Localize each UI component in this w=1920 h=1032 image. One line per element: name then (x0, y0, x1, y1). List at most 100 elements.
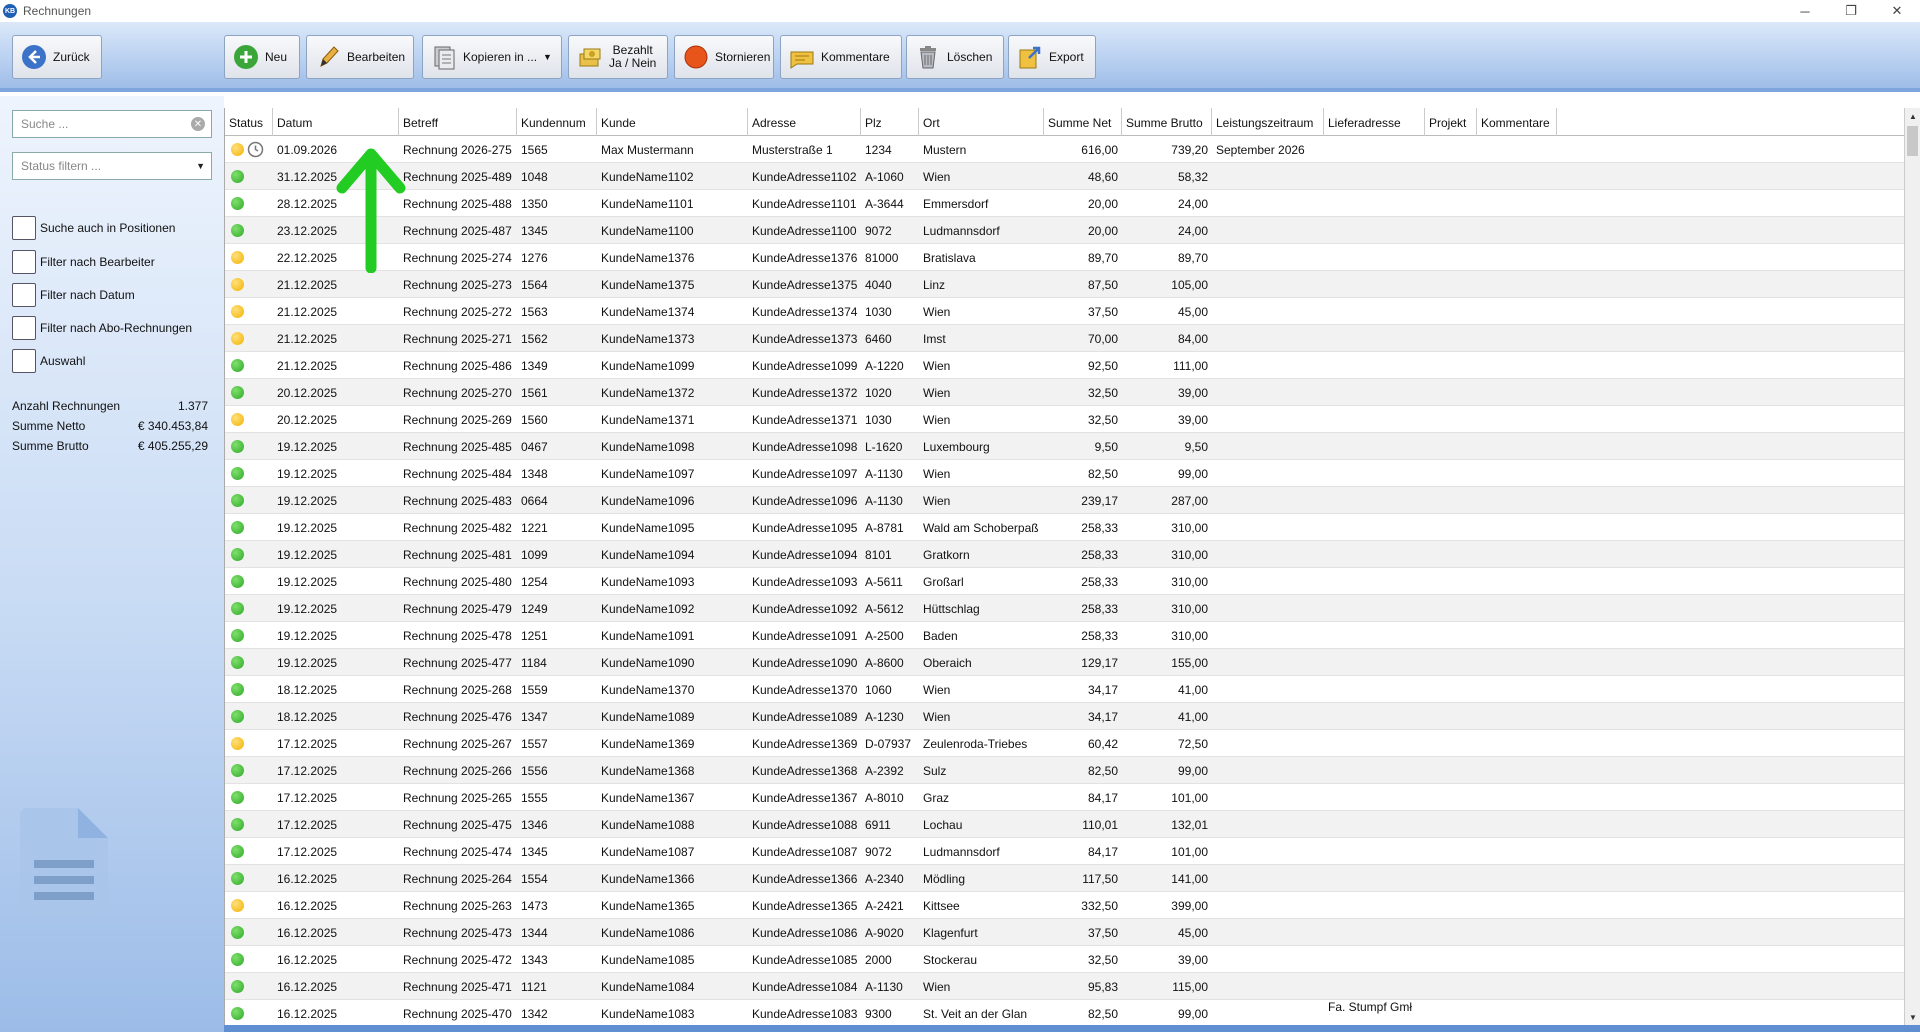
cell-lieferadresse (1324, 237, 1445, 264)
cell-summe-net: 34,17 (1087, 683, 1118, 697)
checkbox-selection[interactable]: Auswahl (12, 349, 85, 373)
checkbox-search-positions[interactable]: Suche auch in Positionen (12, 216, 175, 240)
column-header[interactable]: Adresse (748, 108, 861, 136)
table-row[interactable]: 19.12.2025 Rechnung 2025-483 0664 KundeName… (225, 487, 1904, 514)
minimize-button[interactable]: ─ (1782, 0, 1828, 22)
scroll-down-icon[interactable]: ▼ (1905, 1009, 1920, 1025)
column-header[interactable]: Kunde (597, 108, 748, 136)
comments-button[interactable]: Kommentare (780, 35, 902, 79)
cell-leistungszeitraum (1212, 649, 1324, 676)
column-header[interactable]: Datum (273, 108, 399, 136)
table-row[interactable]: 21.12.2025 Rechnung 2025-271 1562 KundeName… (225, 325, 1904, 352)
cell-lieferadresse (1324, 345, 1445, 372)
table-row[interactable]: 19.12.2025 Rechnung 2025-481 1099 KundeName… (225, 541, 1904, 568)
checkbox-box[interactable] (12, 316, 36, 340)
table-row[interactable]: 18.12.2025 Rechnung 2025-268 1559 KundeName… (225, 676, 1904, 703)
checkbox-box[interactable] (12, 216, 36, 240)
cell-kundennum: 0664 (521, 494, 548, 508)
cell-leistungszeitraum (1212, 406, 1324, 433)
export-button[interactable]: Export (1008, 35, 1096, 79)
cancel-invoice-button[interactable]: Stornieren (674, 35, 774, 79)
edit-button[interactable]: Bearbeiten (306, 35, 414, 79)
search-input[interactable]: Suche ... ✕ (12, 110, 212, 138)
table-row[interactable]: 20.12.2025 Rechnung 2025-269 1560 KundeName… (225, 406, 1904, 433)
column-header[interactable]: Summe Net (1044, 108, 1122, 136)
cell-lieferadresse (1324, 129, 1445, 156)
table-row[interactable]: 19.12.2025 Rechnung 2025-479 1249 KundeName… (225, 595, 1904, 622)
cell-leistungszeitraum (1212, 298, 1324, 325)
status-filter-dropdown[interactable]: Status filtern ... ▼ (12, 152, 212, 180)
cell-plz: A-9020 (865, 926, 904, 940)
back-button[interactable]: Zurück (12, 35, 102, 79)
cell-ort: Stockerau (923, 953, 978, 967)
table-row[interactable]: 16.12.2025 Rechnung 2025-264 1554 KundeName… (225, 865, 1904, 892)
table-row[interactable]: 21.12.2025 Rechnung 2025-486 1349 KundeName… (225, 352, 1904, 379)
checkbox-filter-subscription[interactable]: Filter nach Abo-Rechnungen (12, 316, 192, 340)
cell-betreff: Rechnung 2025-470 (403, 1007, 512, 1021)
cell-lieferadresse (1324, 939, 1445, 966)
cell-ort: Wien (923, 359, 951, 373)
table-row[interactable]: 19.12.2025 Rechnung 2025-478 1251 KundeName… (225, 622, 1904, 649)
table-row[interactable]: 16.12.2025 Rechnung 2025-470 1342 KundeName… (225, 1000, 1904, 1025)
scrollbar-thumb[interactable] (1907, 126, 1918, 156)
table-row[interactable]: 19.12.2025 Rechnung 2025-485 0467 KundeName… (225, 433, 1904, 460)
table-row[interactable]: 28.12.2025 Rechnung 2025-488 1350 KundeName… (225, 190, 1904, 217)
copy-to-button[interactable]: Kopieren in ... ▼ (422, 35, 562, 79)
table-row[interactable]: 17.12.2025 Rechnung 2025-474 1345 KundeName… (225, 838, 1904, 865)
table-row[interactable]: 22.12.2025 Rechnung 2025-274 1276 KundeName… (225, 244, 1904, 271)
close-button[interactable]: ✕ (1874, 0, 1920, 22)
table-row[interactable]: 16.12.2025 Rechnung 2025-263 1473 KundeName… (225, 892, 1904, 919)
table-row[interactable]: 23.12.2025 Rechnung 2025-487 1345 KundeName… (225, 217, 1904, 244)
cell-summe-brutto: 115,00 (1172, 980, 1208, 994)
checkbox-box[interactable] (12, 250, 36, 274)
cell-summe-brutto: 24,00 (1177, 224, 1208, 238)
table-row[interactable]: 01.09.2026 Rechnung 2026-275 1565 Max Muste… (225, 136, 1904, 163)
table-row[interactable]: 21.12.2025 Rechnung 2025-273 1564 KundeName… (225, 271, 1904, 298)
scroll-up-icon[interactable]: ▲ (1905, 108, 1920, 124)
table-row[interactable]: 17.12.2025 Rechnung 2025-267 1557 KundeName… (225, 730, 1904, 757)
table-row[interactable]: 17.12.2025 Rechnung 2025-266 1556 KundeName… (225, 757, 1904, 784)
table-row[interactable]: 17.12.2025 Rechnung 2025-265 1555 KundeName… (225, 784, 1904, 811)
cell-ort: Emmersdorf (923, 197, 989, 211)
delete-button[interactable]: Löschen (906, 35, 1004, 79)
cell-ort: Wien (923, 170, 951, 184)
clear-search-icon[interactable]: ✕ (191, 117, 205, 131)
column-header[interactable]: Status (225, 108, 273, 136)
vertical-scrollbar[interactable]: ▲ ▼ (1904, 108, 1920, 1025)
column-header[interactable]: Ort (919, 108, 1044, 136)
cell-lieferadresse (1324, 480, 1445, 507)
new-button[interactable]: Neu (224, 35, 300, 79)
delete-label: Löschen (947, 49, 993, 64)
table-row[interactable]: 16.12.2025 Rechnung 2025-473 1344 KundeName… (225, 919, 1904, 946)
table-row[interactable]: 21.12.2025 Rechnung 2025-272 1563 KundeName… (225, 298, 1904, 325)
table-row[interactable]: 31.12.2025 Rechnung 2025-489 1048 KundeName… (225, 163, 1904, 190)
column-header[interactable]: Summe Brutto (1122, 108, 1212, 136)
table-row[interactable]: 16.12.2025 Rechnung 2025-471 1121 KundeName… (225, 973, 1904, 1000)
table-row[interactable]: 19.12.2025 Rechnung 2025-482 1221 KundeName… (225, 514, 1904, 541)
table-row[interactable]: 18.12.2025 Rechnung 2025-476 1347 KundeName… (225, 703, 1904, 730)
checkbox-label: Filter nach Bearbeiter (40, 255, 155, 269)
checkbox-box[interactable] (12, 283, 36, 307)
cell-leistungszeitraum (1212, 622, 1324, 649)
column-header[interactable]: Kundennum (517, 108, 597, 136)
status-green-dot-icon (231, 926, 244, 939)
cell-summe-brutto: 41,00 (1177, 710, 1208, 724)
table-row[interactable]: 19.12.2025 Rechnung 2025-477 1184 KundeName… (225, 649, 1904, 676)
checkbox-filter-editor[interactable]: Filter nach Bearbeiter (12, 250, 155, 274)
column-header[interactable]: Kommentare (1477, 108, 1557, 136)
status-yellow-dot-icon (231, 413, 244, 426)
restore-button[interactable]: ❐ (1828, 0, 1874, 22)
table-row[interactable]: 17.12.2025 Rechnung 2025-475 1346 KundeName… (225, 811, 1904, 838)
table-row[interactable]: 19.12.2025 Rechnung 2025-484 1348 KundeName… (225, 460, 1904, 487)
table-row[interactable]: 19.12.2025 Rechnung 2025-480 1254 KundeName… (225, 568, 1904, 595)
column-header[interactable]: Betreff (399, 108, 517, 136)
pencil-icon (315, 44, 341, 70)
checkbox-box[interactable] (12, 349, 36, 373)
table-row[interactable]: 16.12.2025 Rechnung 2025-472 1343 KundeName… (225, 946, 1904, 973)
paid-toggle-button[interactable]: Bezahlt Ja / Nein (568, 35, 668, 79)
column-header[interactable]: Leistungszeitraum (1212, 108, 1324, 136)
table-row[interactable]: 20.12.2025 Rechnung 2025-270 1561 KundeName… (225, 379, 1904, 406)
export-label: Export (1049, 49, 1084, 64)
column-header[interactable]: Plz (861, 108, 919, 136)
checkbox-filter-date[interactable]: Filter nach Datum (12, 283, 135, 307)
